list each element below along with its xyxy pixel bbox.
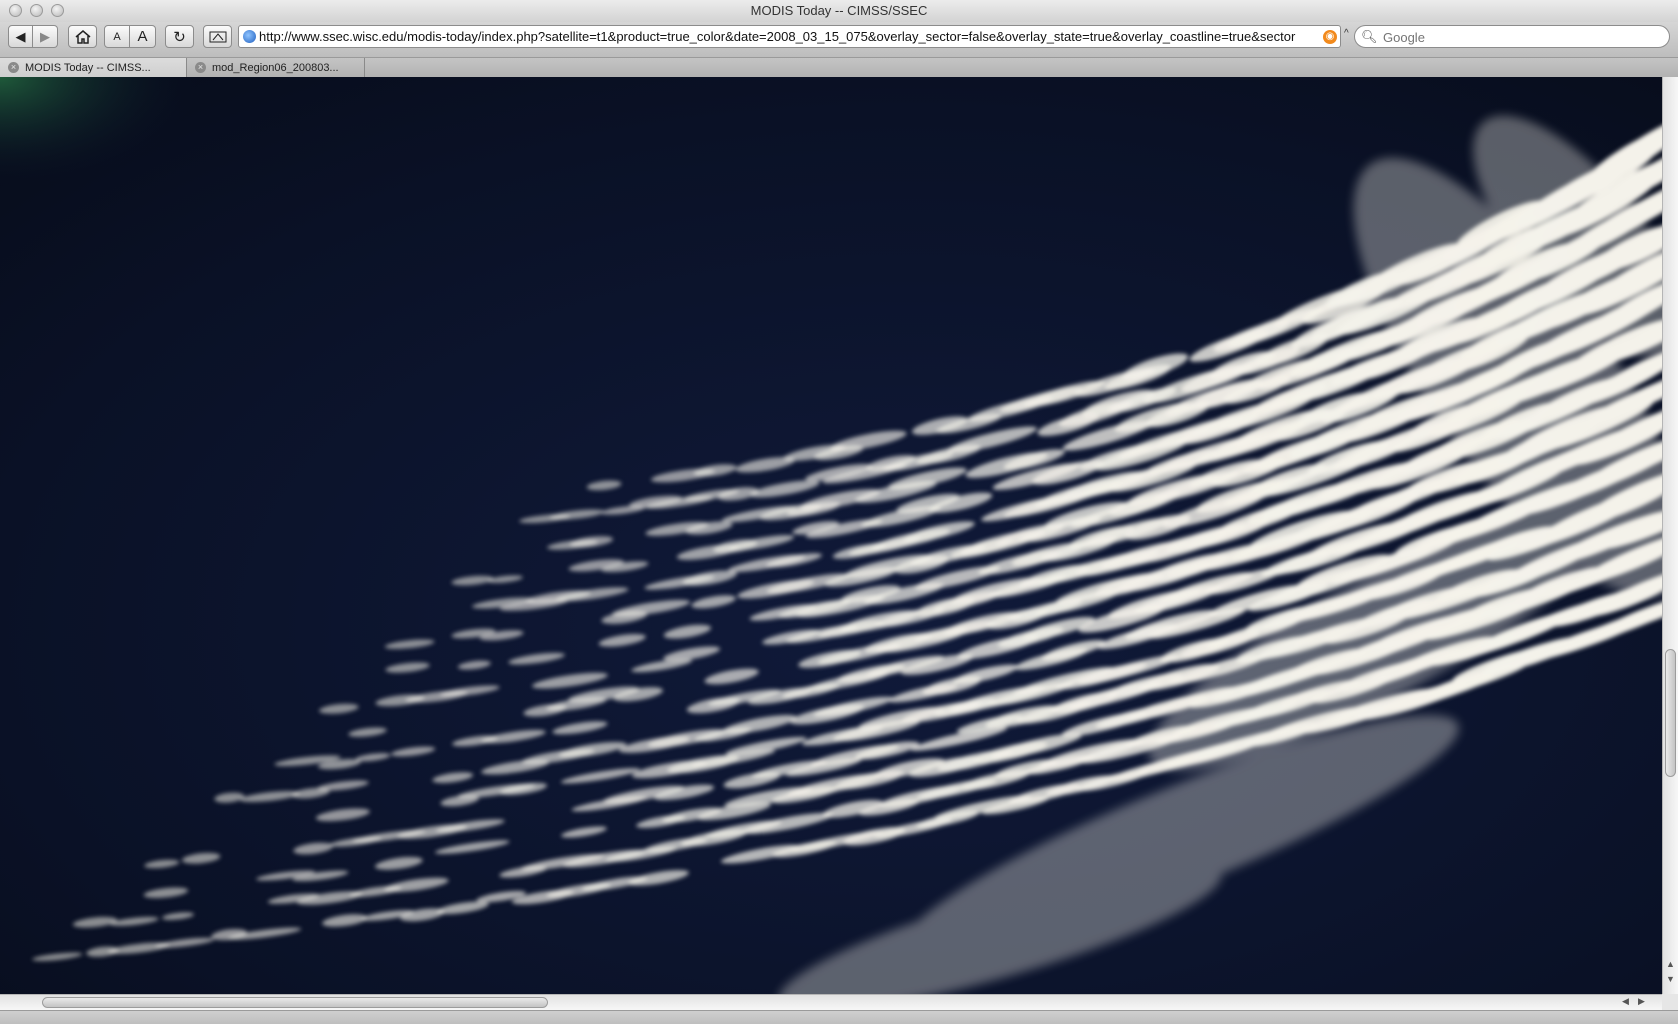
scroll-right-arrow-icon[interactable]: ▶ [1638, 996, 1645, 1007]
back-forward-group: ◀ ▶ [8, 25, 58, 48]
title-bar: MODIS Today -- CIMSS/SSEC [0, 0, 1678, 23]
home-button[interactable] [68, 25, 97, 48]
text-larger-button[interactable]: A [130, 25, 156, 48]
forward-arrow-icon: ▶ [40, 28, 50, 44]
reload-button[interactable]: ↻ [165, 25, 194, 48]
text-smaller-button[interactable]: A [104, 25, 130, 48]
home-icon [75, 29, 90, 44]
window-title: MODIS Today -- CIMSS/SSEC [750, 3, 928, 18]
globe-icon [243, 30, 256, 43]
address-bar[interactable]: http://www.ssec.wisc.edu/modis-today/ind… [238, 25, 1341, 48]
vertical-scroll-thumb[interactable] [1665, 649, 1676, 777]
text-smaller-label: A [113, 30, 121, 43]
url-history-chevron-icon[interactable]: ^ [1344, 28, 1349, 39]
close-tab-icon[interactable]: × [8, 62, 19, 73]
back-button[interactable]: ◀ [8, 25, 33, 48]
scroll-corner [1662, 994, 1678, 1010]
rss-icon[interactable]: ◉ [1323, 30, 1337, 44]
search-icon[interactable]: 🔍︎ [1361, 29, 1378, 45]
forward-button[interactable]: ▶ [33, 25, 58, 48]
horizontal-scrollbar[interactable]: ◀ ▶ [0, 994, 1662, 1010]
scroll-up-arrow-icon[interactable]: ▲ [1666, 959, 1675, 969]
snapback-button[interactable] [203, 25, 232, 48]
tab-label: MODIS Today -- CIMSS... [25, 61, 151, 74]
tab-bar: × MODIS Today -- CIMSS... × mod_Region06… [0, 57, 1678, 78]
search-field[interactable]: 🔍︎ [1354, 25, 1670, 48]
toolbar: ◀ ▶ A A ↻ http://www.ssec.wisc.edu/modis… [0, 22, 1678, 57]
tab-mod-region[interactable]: × mod_Region06_200803... [187, 58, 365, 77]
satellite-image [0, 77, 1662, 994]
satellite-image-view [0, 77, 1662, 994]
address-bar-url: http://www.ssec.wisc.edu/modis-today/ind… [259, 29, 1296, 44]
snapback-icon [209, 31, 226, 42]
scroll-left-arrow-icon[interactable]: ◀ [1622, 996, 1629, 1007]
horizontal-scroll-thumb[interactable] [42, 997, 548, 1008]
vertical-scrollbar[interactable]: ▲ ▼ [1662, 77, 1678, 994]
back-arrow-icon: ◀ [15, 28, 26, 44]
search-input[interactable] [1381, 28, 1665, 47]
scroll-down-arrow-icon[interactable]: ▼ [1666, 974, 1675, 984]
tab-modis-today[interactable]: × MODIS Today -- CIMSS... [0, 58, 187, 77]
text-larger-label: A [137, 28, 148, 45]
close-tab-icon[interactable]: × [195, 62, 206, 73]
tab-label: mod_Region06_200803... [212, 61, 339, 74]
reload-icon: ↻ [173, 28, 186, 46]
text-size-group: A A [104, 25, 156, 48]
browser-window: MODIS Today -- CIMSS/SSEC ◀ ▶ A A ↻ http… [0, 0, 1678, 1024]
status-bar [0, 1010, 1678, 1024]
